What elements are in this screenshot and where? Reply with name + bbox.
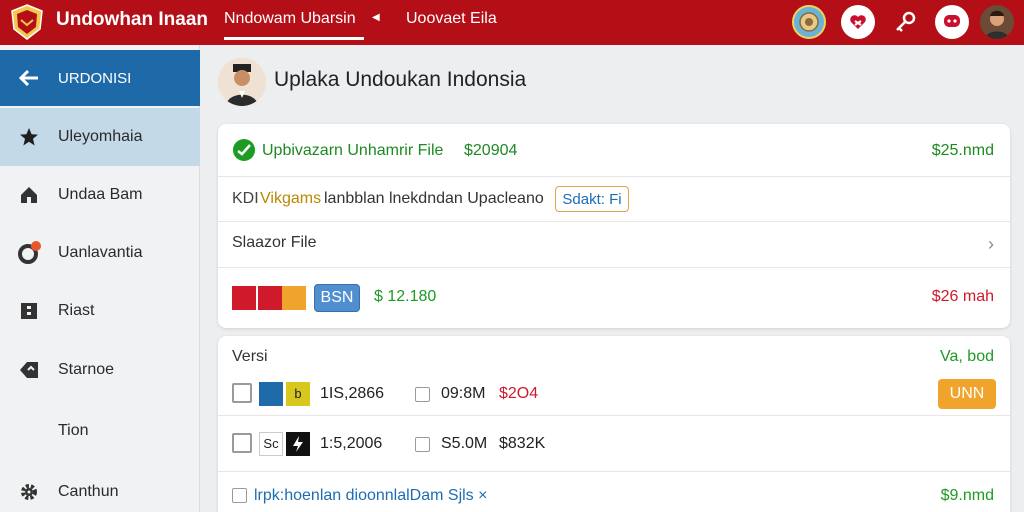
table-row[interactable]: Sc 1:5,2006 S5.0M $832K (218, 416, 1010, 472)
action-button[interactable]: UNN (938, 379, 996, 409)
table-row[interactable]: b 1IS,2866 09:8M $2O4 UNN (218, 372, 1010, 416)
footer-link[interactable]: lrpk:hoenlan dioonnlalDam Sjls × (254, 487, 487, 505)
app-title: Undowhan Inaan (56, 9, 208, 30)
sidebar-item-label: Uleyomhaia (58, 128, 143, 145)
top-bar: Undowhan Inaan Nndowam Ubarsin ◀ Uoovaet… (0, 0, 1024, 45)
upload-card: Upbivazarn Unhamrir File $20904 $25.nmd … (218, 124, 1010, 328)
file-row[interactable]: Slaazor File › (218, 222, 1010, 268)
heart-icon[interactable] (841, 5, 875, 39)
row-right-value: $26 mah (931, 288, 994, 305)
chevron-right-icon[interactable]: › (988, 234, 994, 255)
page-title: Uplaka Undoukan Indonsia (274, 68, 527, 91)
color-swatch-red[interactable] (232, 286, 256, 310)
key-icon[interactable] (888, 5, 922, 39)
versions-right-value: Va, bod (940, 348, 994, 365)
sidebar-item-activity[interactable]: Uanlavantia (0, 225, 200, 281)
price-value: $2O4 (499, 385, 539, 402)
bolt-icon (286, 432, 310, 456)
upload-file-label: Upbivazarn Unhamrir File (262, 142, 444, 159)
chat-icon[interactable] (935, 5, 969, 39)
row-checkbox[interactable] (232, 433, 252, 453)
gear-icon (0, 481, 58, 503)
file-label: Slaazor File (232, 234, 317, 251)
size-value: S5.0M (441, 435, 488, 452)
check-circle-icon (232, 138, 256, 167)
footer-row[interactable]: lrpk:hoenlan dioonnlalDam Sjls × $9.nmd (218, 472, 1010, 512)
row-checkbox[interactable] (415, 437, 430, 452)
version-value: 1:5,2006 (320, 435, 383, 452)
row-checkbox[interactable] (232, 488, 247, 503)
tag-icon (0, 360, 58, 380)
sidebar-item-label: Undaa Bam (58, 186, 143, 203)
upload-amount: $20904 (464, 142, 518, 159)
star-icon (0, 126, 58, 148)
file-type-icon: Sc (259, 432, 283, 456)
sidebar-item-home[interactable]: Undaa Bam (0, 167, 200, 223)
sidebar-item-back[interactable]: URDONISI (0, 50, 200, 106)
description-row: KDI Vikgams lanbblan lnekdndan Upacleano… (218, 177, 1010, 222)
profile-avatar (218, 58, 266, 106)
version-value: 1IS,2866 (320, 385, 385, 402)
emblem-logo (8, 3, 46, 41)
upload-status-row[interactable]: Upbivazarn Unhamrir File $20904 $25.nmd (218, 124, 1010, 177)
row-checkbox[interactable] (415, 387, 430, 402)
document-icon (0, 301, 58, 321)
versions-label: Versi (232, 348, 268, 365)
caret-left-icon[interactable]: ◀ (372, 12, 380, 23)
tab-uploads[interactable]: Nndowam Ubarsin (224, 10, 364, 40)
tab-files[interactable]: Uoovaet Eila (406, 10, 497, 28)
sidebar-item-label: Canthun (58, 483, 119, 500)
versions-header: Versi Va, bod (218, 336, 1010, 372)
footer-right-value: $9.nmd (940, 487, 994, 504)
sidebar-item-label: Uanlavantia (58, 244, 143, 261)
sidebar-item-label: Starnoe (58, 361, 115, 378)
home-icon (0, 184, 58, 206)
refresh-icon (0, 240, 58, 266)
size-value: 09:8M (441, 385, 486, 402)
user-avatar[interactable] (980, 5, 1014, 39)
sidebar-item-favorites[interactable]: Uleyomhaia (0, 108, 200, 166)
color-row: BSN $ 12.180 $26 mah (218, 268, 1010, 328)
row-amount: $ 12.180 (374, 288, 437, 305)
sidebar-item-tion[interactable]: Tion (0, 403, 200, 459)
status-badge[interactable]: Sdakt: Fi (555, 186, 629, 212)
sidebar-item-label: Riast (58, 302, 95, 319)
versions-card: Versi Va, bod b 1IS,2866 09:8M $2O4 UNN … (218, 336, 1010, 512)
sidebar-item-tags[interactable]: Starnoe (0, 342, 200, 398)
row-checkbox[interactable] (232, 383, 252, 403)
price-value: $832K (499, 435, 546, 452)
sidebar-item-label: URDONISI (58, 69, 132, 87)
arrow-left-icon (0, 68, 58, 88)
color-swatch-red[interactable] (258, 286, 282, 310)
color-swatch-blue (259, 382, 283, 406)
sidebar-item-settings[interactable]: Canthun (0, 464, 200, 512)
description-text: lanbblan lnekdndan Upacleano (324, 190, 544, 207)
color-swatch-orange[interactable] (282, 286, 306, 310)
description-highlight: Vikgams (260, 190, 322, 207)
upload-right-value: $25.nmd (931, 142, 994, 159)
sidebar-item-label: Tion (58, 422, 89, 439)
globe-icon[interactable] (792, 5, 826, 39)
sidebar-item-list[interactable]: Riast (0, 283, 200, 339)
bsn-badge[interactable]: BSN (314, 284, 360, 312)
description-prefix: KDI (232, 190, 259, 207)
file-type-icon: b (286, 382, 310, 406)
sidebar: URDONISI Uleyomhaia Undaa Bam Uanlavanti… (0, 45, 200, 512)
